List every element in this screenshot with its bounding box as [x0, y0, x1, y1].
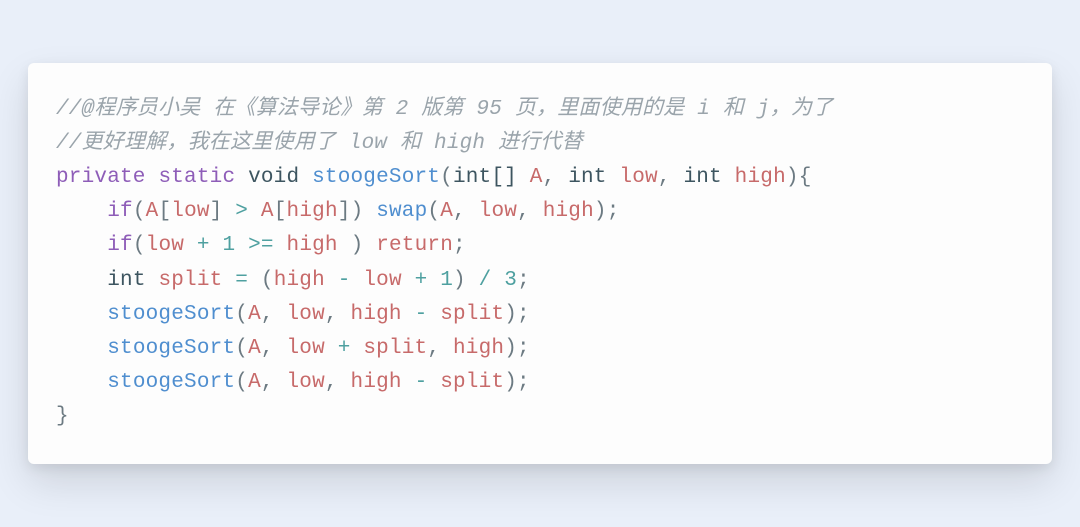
brace-close: } — [56, 405, 69, 428]
comma: , — [427, 337, 440, 360]
op-minus: - — [338, 269, 351, 292]
num-1: 1 — [222, 234, 235, 257]
id-A: A — [530, 166, 543, 189]
id-low: low — [287, 371, 325, 394]
comment-line-2: //更好理解，我在这里使用了 low 和 high 进行代替 — [56, 132, 583, 155]
paren-open: ( — [133, 200, 146, 223]
op-minus: - — [415, 303, 428, 326]
id-A: A — [248, 337, 261, 360]
fn-stoogeSort: stoogeSort — [312, 166, 440, 189]
id-high: high — [453, 337, 504, 360]
id-A: A — [248, 303, 261, 326]
code-block: //@程序员小吴 在《算法导论》第 2 版第 95 页，里面使用的是 i 和 j… — [56, 93, 1024, 433]
id-A: A — [146, 200, 159, 223]
bracket-open: [ — [158, 200, 171, 223]
id-split: split — [440, 371, 504, 394]
op-plus: + — [415, 269, 428, 292]
kw-if: if — [107, 200, 133, 223]
type-int-arr: int[] — [453, 166, 517, 189]
comma: , — [261, 337, 274, 360]
semi: ; — [517, 269, 530, 292]
id-low: low — [146, 234, 184, 257]
comma: , — [261, 303, 274, 326]
op-gt: > — [235, 200, 248, 223]
paren-close: ) — [453, 269, 466, 292]
paren-open: ( — [235, 303, 248, 326]
id-high: high — [351, 371, 402, 394]
op-eq: = — [235, 269, 248, 292]
op-div: / — [479, 269, 492, 292]
comma: , — [325, 303, 338, 326]
bracket-close: ] — [338, 200, 351, 223]
id-low: low — [171, 200, 209, 223]
semi: ; — [453, 234, 466, 257]
num-3: 3 — [504, 269, 517, 292]
fn-stoogeSort: stoogeSort — [107, 303, 235, 326]
id-split: split — [363, 337, 427, 360]
comma: , — [325, 371, 338, 394]
code-card: //@程序员小吴 在《算法导论》第 2 版第 95 页，里面使用的是 i 和 j… — [28, 63, 1052, 463]
op-plus: + — [197, 234, 210, 257]
id-high: high — [735, 166, 786, 189]
id-high: high — [543, 200, 594, 223]
id-split: split — [440, 303, 504, 326]
paren-open: ( — [235, 337, 248, 360]
fn-stoogeSort: stoogeSort — [107, 337, 235, 360]
op-plus: + — [338, 337, 351, 360]
semi: ; — [607, 200, 620, 223]
id-split: split — [158, 269, 222, 292]
id-high: high — [351, 303, 402, 326]
paren-open: ( — [261, 269, 274, 292]
paren-close: ) — [504, 303, 517, 326]
comma: , — [261, 371, 274, 394]
id-low: low — [287, 303, 325, 326]
type-void: void — [248, 166, 299, 189]
semi: ; — [517, 303, 530, 326]
comma: , — [543, 166, 556, 189]
op-ge: >= — [248, 234, 274, 257]
kw-static: static — [158, 166, 235, 189]
paren-close: ) — [594, 200, 607, 223]
id-high: high — [274, 269, 325, 292]
paren-open: ( — [440, 166, 453, 189]
fn-stoogeSort: stoogeSort — [107, 371, 235, 394]
comment-line-1: //@程序员小吴 在《算法导论》第 2 版第 95 页，里面使用的是 i 和 j… — [56, 98, 833, 121]
id-A: A — [248, 371, 261, 394]
paren-open: ( — [133, 234, 146, 257]
kw-if: if — [107, 234, 133, 257]
comma: , — [453, 200, 466, 223]
num-1: 1 — [440, 269, 453, 292]
paren-open: ( — [427, 200, 440, 223]
brace-open: { — [799, 166, 812, 189]
kw-private: private — [56, 166, 146, 189]
id-high: high — [287, 234, 338, 257]
comma: , — [517, 200, 530, 223]
id-low: low — [287, 337, 325, 360]
id-low: low — [619, 166, 657, 189]
type-int: int — [568, 166, 606, 189]
semi: ; — [517, 371, 530, 394]
bracket-close: ] — [210, 200, 223, 223]
kw-return: return — [376, 234, 453, 257]
bracket-open: [ — [274, 200, 287, 223]
paren-close: ) — [504, 337, 517, 360]
fn-swap: swap — [376, 200, 427, 223]
id-low: low — [363, 269, 401, 292]
paren-close: ) — [504, 371, 517, 394]
id-A: A — [261, 200, 274, 223]
paren-close: ) — [351, 234, 364, 257]
op-minus: - — [415, 371, 428, 394]
type-int: int — [683, 166, 721, 189]
id-A: A — [440, 200, 453, 223]
type-int: int — [107, 269, 145, 292]
paren-close: ) — [786, 166, 799, 189]
id-high: high — [287, 200, 338, 223]
id-low: low — [479, 200, 517, 223]
paren-close: ) — [351, 200, 364, 223]
comma: , — [658, 166, 671, 189]
semi: ; — [517, 337, 530, 360]
paren-open: ( — [235, 371, 248, 394]
